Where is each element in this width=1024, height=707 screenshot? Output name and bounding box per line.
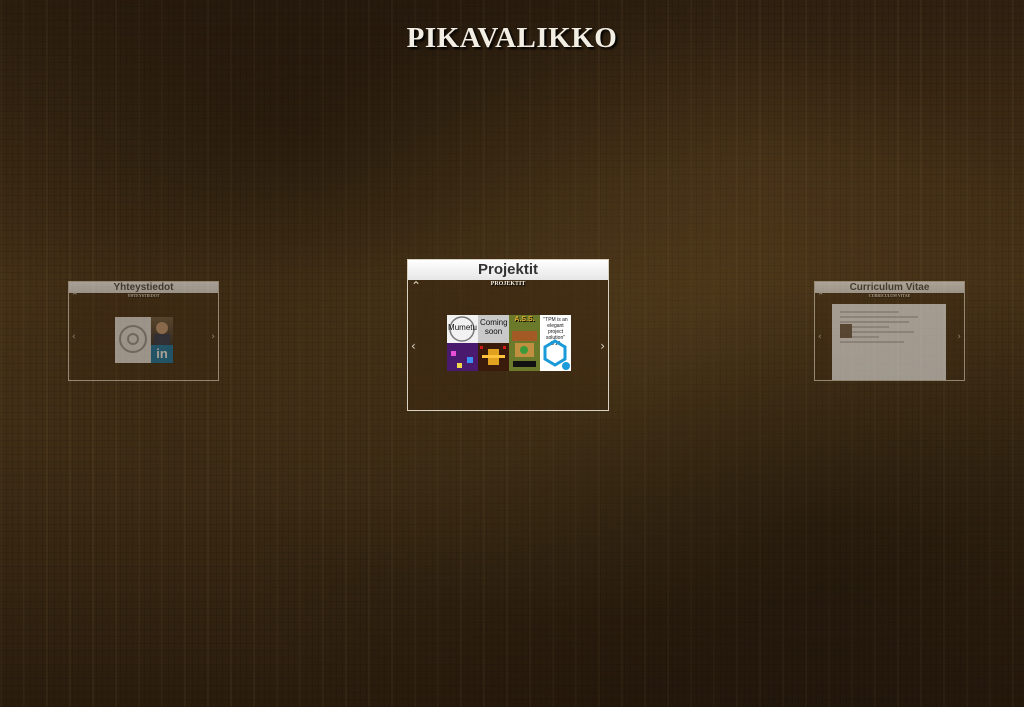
project-thumb-mumetu[interactable]: Mumetu [447,315,478,371]
prev-arrow-icon[interactable]: ‹ [72,333,76,342]
card-subtitle-curriculum-vitae: CURRICULUM VITAE [868,293,911,298]
page-title: PIKAVALIKKO [406,22,618,54]
cv-line [840,316,919,318]
contact-column: in [151,317,173,363]
cv-line [840,311,899,313]
linkedin-icon[interactable]: in [151,345,173,363]
next-arrow-icon[interactable]: › [211,333,215,342]
cv-document-thumb[interactable] [832,304,946,380]
next-arrow-icon[interactable]: › [957,333,961,342]
card-header-projektit: Projektit [408,260,608,280]
avatar[interactable] [151,317,173,345]
card-curriculum-vitae[interactable]: Curriculum Vitae CURRICULUM VITAE ⌃ ‹ › [814,281,965,381]
thumb-group-projektit: Mumetu Coming soon A.S.S. "TPM is an ele… [447,315,571,371]
card-subtitle-projektit: PROJEKTIT [490,281,526,287]
project-thumb-tpm[interactable]: "TPM is an elegant project solution" 9/1… [540,315,571,371]
card-header-yhteystiedot: Yhteystiedot [69,282,218,293]
prev-arrow-icon[interactable]: ‹ [818,333,822,342]
next-arrow-icon[interactable]: › [600,340,605,352]
card-header-curriculum-vitae: Curriculum Vitae [815,282,964,293]
scroll-up-icon[interactable]: ⌃ [817,293,825,302]
card-yhteystiedot[interactable]: Yhteystiedot YHTEYSTIEDOT ⌃ ‹ › in [68,281,219,381]
cv-line [840,321,909,323]
email-thumb[interactable] [115,317,151,363]
cv-avatar [840,324,852,338]
project-label-mumetu: Mumetu [448,323,477,332]
project-label-ass: A.S.S. [514,316,535,323]
scroll-up-icon[interactable]: ⌃ [71,293,79,302]
prev-arrow-icon[interactable]: ‹ [411,340,416,352]
card-projektit[interactable]: Projektit PROJEKTIT ⌃ ‹ › Mumetu Coming … [407,259,609,411]
scroll-up-icon[interactable]: ⌃ [411,280,421,292]
email-at-icon [119,325,147,353]
card-subtitle-yhteystiedot: YHTEYSTIEDOT [127,293,160,298]
thumb-group-yhteystiedot: in [115,317,173,363]
project-thumb-ass[interactable]: A.S.S. [509,315,540,371]
cv-line [840,341,904,343]
project-thumb-coming-soon[interactable]: Coming soon [478,315,509,371]
project-label-coming-soon: Coming soon [480,318,508,336]
linkedin-label: in [156,346,168,361]
